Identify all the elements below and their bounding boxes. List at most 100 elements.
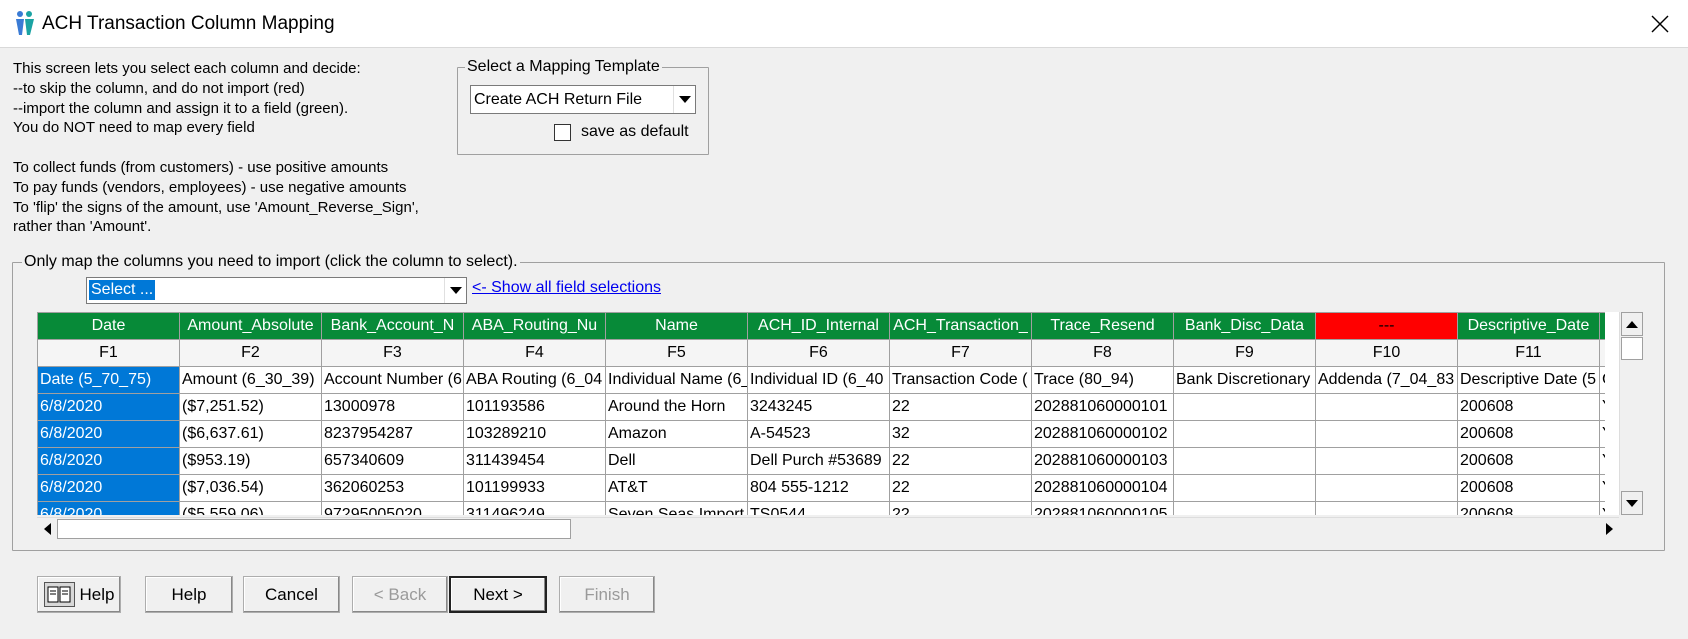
- table-cell[interactable]: 22: [889, 393, 1032, 421]
- column-header-cell[interactable]: Addenda (7_04_83: [1315, 366, 1458, 394]
- table-cell[interactable]: [1315, 447, 1458, 475]
- table-cell[interactable]: Dell Purch #53689: [747, 447, 890, 475]
- column-header-cell[interactable]: Descriptive Date (5: [1457, 366, 1600, 394]
- vertical-scroll-thumb[interactable]: [1621, 337, 1643, 360]
- assignment-cell[interactable]: ABA_Routing_Nu: [463, 312, 606, 340]
- column-header-cell[interactable]: C: [1599, 366, 1605, 394]
- table-cell[interactable]: Dell: [605, 447, 748, 475]
- cancel-button[interactable]: Cancel: [243, 576, 340, 613]
- table-cell[interactable]: 202881060000103: [1031, 447, 1174, 475]
- field-number-cell[interactable]: F7: [889, 339, 1032, 367]
- table-cell[interactable]: ($5,559.06): [179, 501, 322, 515]
- vertical-scrollbar[interactable]: [1619, 312, 1643, 515]
- column-header-cell[interactable]: Account Number (6: [321, 366, 464, 394]
- table-cell[interactable]: ($953.19): [179, 447, 322, 475]
- assignment-cell[interactable]: Name: [605, 312, 748, 340]
- table-cell[interactable]: 200608: [1457, 420, 1600, 448]
- table-cell[interactable]: 6/8/2020: [37, 420, 180, 448]
- table-cell[interactable]: ($7,036.54): [179, 474, 322, 502]
- assignment-cell[interactable]: ACH_Transaction_: [889, 312, 1032, 340]
- field-select[interactable]: Select ...: [86, 277, 467, 304]
- table-cell[interactable]: [1173, 447, 1316, 475]
- next-button[interactable]: Next >: [449, 576, 547, 613]
- table-cell[interactable]: 101199933: [463, 474, 606, 502]
- table-cell[interactable]: 362060253: [321, 474, 464, 502]
- table-cell[interactable]: AT&T: [605, 474, 748, 502]
- table-cell[interactable]: [1173, 393, 1316, 421]
- table-cell[interactable]: [1315, 474, 1458, 502]
- save-as-default-row[interactable]: save as default: [554, 123, 689, 141]
- dropdown-arrow-icon[interactable]: [673, 86, 695, 113]
- data-grid[interactable]: Date Amount_Absolute Bank_Account_N ABA_Rou…: [37, 312, 1622, 515]
- table-cell[interactable]: Y: [1599, 501, 1605, 515]
- scroll-left-button[interactable]: [37, 519, 57, 539]
- assignment-cell[interactable]: ACH_ID_Internal: [747, 312, 890, 340]
- field-number-cell[interactable]: F4: [463, 339, 606, 367]
- help-icon-button[interactable]: Help: [37, 576, 121, 613]
- assignment-cell[interactable]: ---: [1315, 312, 1458, 340]
- field-number-cell[interactable]: F1: [37, 339, 180, 367]
- table-cell[interactable]: 3243245: [747, 393, 890, 421]
- column-header-cell[interactable]: Bank Discretionary: [1173, 366, 1316, 394]
- table-cell[interactable]: 311496249: [463, 501, 606, 515]
- close-button[interactable]: [1632, 0, 1688, 48]
- table-cell[interactable]: [1315, 393, 1458, 421]
- table-cell[interactable]: 804 555-1212: [747, 474, 890, 502]
- column-header-cell[interactable]: ABA Routing (6_04: [463, 366, 606, 394]
- assignment-cell[interactable]: Amount_Absolute: [179, 312, 322, 340]
- table-cell[interactable]: 101193586: [463, 393, 606, 421]
- scroll-up-button[interactable]: [1621, 312, 1643, 336]
- show-all-fields-link[interactable]: <- Show all field selections: [472, 279, 661, 297]
- column-header-cell[interactable]: Individual ID (6_40: [747, 366, 890, 394]
- table-cell[interactable]: 22: [889, 501, 1032, 515]
- table-cell[interactable]: Amazon: [605, 420, 748, 448]
- table-cell[interactable]: 6/8/2020: [37, 447, 180, 475]
- column-header-cell[interactable]: Transaction Code (: [889, 366, 1032, 394]
- field-number-cell[interactable]: F8: [1031, 339, 1174, 367]
- table-cell[interactable]: 6/8/2020: [37, 393, 180, 421]
- finish-button[interactable]: Finish: [559, 576, 655, 613]
- mapping-template-select[interactable]: Create ACH Return File: [470, 85, 696, 114]
- table-cell[interactable]: 202881060000102: [1031, 420, 1174, 448]
- table-cell[interactable]: [1315, 420, 1458, 448]
- help-button[interactable]: Help: [145, 576, 233, 613]
- table-cell[interactable]: [1173, 501, 1316, 515]
- table-cell[interactable]: Y: [1599, 447, 1605, 475]
- table-cell[interactable]: Y: [1599, 474, 1605, 502]
- horizontal-scrollbar[interactable]: [37, 517, 1619, 539]
- table-cell[interactable]: 202881060000105: [1031, 501, 1174, 515]
- table-cell[interactable]: 6/8/2020: [37, 501, 180, 515]
- table-cell[interactable]: 657340609: [321, 447, 464, 475]
- table-cell[interactable]: 200608: [1457, 474, 1600, 502]
- table-cell[interactable]: 8237954287: [321, 420, 464, 448]
- column-header-cell[interactable]: Date (5_70_75): [37, 366, 180, 394]
- field-number-cell[interactable]: F10: [1315, 339, 1458, 367]
- table-cell[interactable]: 202881060000104: [1031, 474, 1174, 502]
- table-cell[interactable]: 200608: [1457, 393, 1600, 421]
- column-header-cell[interactable]: Trace (80_94): [1031, 366, 1174, 394]
- table-cell[interactable]: 202881060000101: [1031, 393, 1174, 421]
- column-header-cell[interactable]: Amount (6_30_39): [179, 366, 322, 394]
- table-cell[interactable]: ($6,637.61): [179, 420, 322, 448]
- table-cell[interactable]: Seven Seas Import: [605, 501, 748, 515]
- field-number-cell[interactable]: F2: [179, 339, 322, 367]
- scroll-right-button[interactable]: [1599, 519, 1619, 539]
- field-number-cell[interactable]: F9: [1173, 339, 1316, 367]
- assignment-cell[interactable]: C: [1599, 312, 1605, 340]
- table-cell[interactable]: 200608: [1457, 501, 1600, 515]
- assignment-cell[interactable]: Trace_Resend: [1031, 312, 1174, 340]
- table-cell[interactable]: 22: [889, 447, 1032, 475]
- assignment-cell[interactable]: Descriptive_Date: [1457, 312, 1600, 340]
- table-cell[interactable]: 32: [889, 420, 1032, 448]
- scroll-down-button[interactable]: [1621, 491, 1643, 515]
- table-cell[interactable]: 22: [889, 474, 1032, 502]
- table-cell[interactable]: 103289210: [463, 420, 606, 448]
- table-cell[interactable]: [1173, 474, 1316, 502]
- table-cell[interactable]: Y: [1599, 393, 1605, 421]
- table-cell[interactable]: 97295005020: [321, 501, 464, 515]
- field-number-cell[interactable]: [1599, 339, 1605, 367]
- field-number-cell[interactable]: F11: [1457, 339, 1600, 367]
- table-cell[interactable]: [1315, 501, 1458, 515]
- assignment-cell[interactable]: Date: [37, 312, 180, 340]
- field-number-cell[interactable]: F3: [321, 339, 464, 367]
